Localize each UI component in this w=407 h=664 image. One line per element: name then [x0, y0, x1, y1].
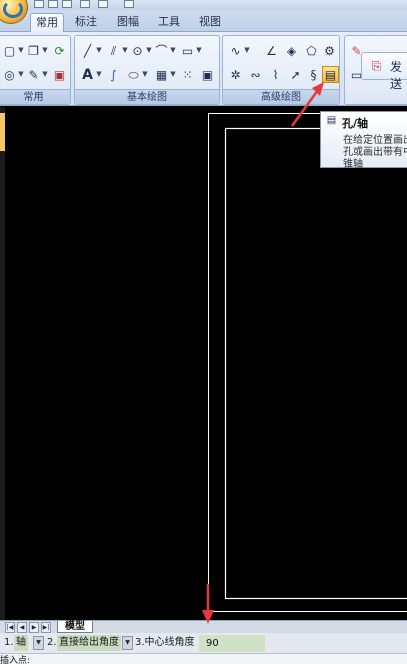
arc-icon[interactable]: ⌒: [153, 42, 170, 59]
publish-button-label: 发送: [390, 60, 403, 91]
tab-dimension[interactable]: 标注: [70, 13, 102, 32]
curve-dropdown[interactable]: ▼: [244, 42, 250, 59]
group-caption-basic-draw: 基本绘图: [75, 89, 219, 104]
tab-view[interactable]: 视图: [194, 13, 226, 32]
break-line-icon[interactable]: ⌇: [267, 66, 284, 83]
tooltip-title: 孔/轴: [342, 117, 369, 130]
option-2-value[interactable]: 直接给出角度: [57, 635, 121, 651]
print-icon[interactable]: [80, 0, 90, 8]
spline-icon[interactable]: ∫: [105, 66, 122, 83]
ellipse-icon[interactable]: ⬭: [125, 66, 142, 83]
point-grid-icon[interactable]: ⁙: [179, 66, 196, 83]
match-properties-icon[interactable]: ✎: [25, 66, 42, 83]
hole-shaft-tooltip-icon: ▤: [326, 114, 337, 126]
option-3-label: 3.中心线角度: [135, 637, 195, 648]
properties-icon[interactable]: ▣: [51, 66, 68, 83]
text-icon[interactable]: A: [79, 66, 96, 83]
command-options-bar: 1. 轴 ▼ 2. 直接给出角度 ▼ 3.中心线角度 90: [0, 633, 407, 653]
curve-icon[interactable]: ∿: [227, 42, 244, 59]
centerline-angle-input[interactable]: 90: [199, 635, 265, 652]
spring-icon[interactable]: §: [305, 66, 322, 83]
command-prompt: 插入点:: [0, 656, 31, 664]
tab-model[interactable]: 模型: [57, 621, 93, 633]
line-dropdown[interactable]: ▼: [96, 42, 102, 59]
group-advanced-draw: ∿ ▼ ∠ ◈ ⬠ ⚙ ✲ ∾ ⌇ ➚ § ▤ 高级绘图: [222, 35, 340, 105]
group-basic-draw: ╱ ▼ ⫽ ▼ ⊙ ▼ ⌒ ▼ ▭ ▼ A ▼ ∫ ⬭ ▼ ▦ ▼ ⁙ ▣ 基本…: [74, 35, 220, 105]
outer-sheet-frame: [208, 113, 407, 612]
publish-icon: ⎘: [371, 58, 382, 73]
gear-shape-icon[interactable]: ⚙: [321, 42, 338, 59]
next-tab-button[interactable]: ▶: [29, 622, 39, 633]
arrow-icon[interactable]: ➚: [287, 66, 304, 83]
new-document-icon[interactable]: ▢: [1, 42, 18, 59]
hatch-icon[interactable]: ▦: [153, 66, 170, 83]
angle-line-icon[interactable]: ∠: [263, 42, 280, 59]
tab-tools[interactable]: 工具: [153, 13, 185, 32]
title-bar: [0, 0, 407, 10]
copy-dropdown[interactable]: ▼: [42, 42, 48, 59]
drawing-svg: [208, 113, 407, 612]
option-1-dropdown[interactable]: ▼: [33, 636, 44, 650]
circle-dropdown[interactable]: ▼: [146, 42, 152, 59]
redo-icon[interactable]: [124, 0, 134, 8]
undo-icon[interactable]: [98, 0, 108, 8]
hole-shaft-icon[interactable]: ▤: [322, 66, 339, 83]
match-dropdown[interactable]: ▼: [42, 66, 48, 83]
arc-dropdown[interactable]: ▼: [170, 42, 176, 59]
copy-icon[interactable]: ❐: [25, 42, 42, 59]
gear-icon[interactable]: ✲: [227, 66, 244, 83]
option-1-index: 1.: [4, 637, 14, 648]
parallel-line-icon[interactable]: ⫽: [105, 42, 122, 59]
tab-sheet[interactable]: 图幅: [112, 13, 144, 32]
group-common: ▢ ▼ ❐ ▼ ⟳ ◎ ▼ ✎ ▼ ▣ 常用: [0, 35, 71, 105]
parallel-dropdown[interactable]: ▼: [122, 42, 128, 59]
option-1-value[interactable]: 轴: [14, 635, 28, 651]
lens-icon[interactable]: ◈: [283, 42, 300, 59]
option-2-index: 2.: [47, 637, 57, 648]
open-file-icon[interactable]: [62, 0, 72, 8]
group-caption-advanced-draw: 高级绘图: [223, 89, 339, 104]
new-document-dropdown[interactable]: ▼: [18, 42, 24, 59]
hatch-dropdown[interactable]: ▼: [170, 66, 176, 83]
status-bar: 插入点:: [0, 653, 407, 664]
rectangle-dropdown[interactable]: ▼: [196, 42, 202, 59]
inner-drawing-frame: [224, 127, 407, 600]
ribbon-panel: ▢ ▼ ❐ ▼ ⟳ ◎ ▼ ✎ ▼ ▣ 常用 ╱ ▼ ⫽ ▼ ⊙ ▼ ⌒ ▼ ▭…: [0, 32, 407, 106]
publish-button[interactable]: ⎘ 发送: [361, 52, 407, 91]
text-dropdown[interactable]: ▼: [96, 66, 102, 83]
polygon-icon[interactable]: ⬠: [303, 42, 320, 59]
group-caption-common: 常用: [0, 89, 70, 104]
tooltip-line-3: 锥轴: [343, 159, 363, 170]
line-icon[interactable]: ╱: [79, 42, 96, 59]
refresh-icon[interactable]: ⟳: [51, 42, 68, 59]
layout-tab-bar: |◀ ◀ ▶ ▶| 模型: [0, 620, 407, 633]
prev-tab-button[interactable]: ◀: [17, 622, 27, 633]
save-icon[interactable]: [48, 0, 58, 8]
layer-icon[interactable]: ◎: [1, 66, 18, 83]
layer-dropdown[interactable]: ▼: [18, 66, 24, 83]
option-2-dropdown[interactable]: ▼: [122, 636, 133, 650]
first-tab-button[interactable]: |◀: [5, 622, 15, 633]
drawing-canvas[interactable]: [0, 107, 407, 620]
wave-icon[interactable]: ∾: [247, 66, 264, 83]
hole-shaft-tooltip: ▤ 孔/轴 在给定位置画出 孔或画出带有中 锥轴: [320, 111, 407, 170]
circle-icon[interactable]: ⊙: [129, 42, 146, 59]
tab-common[interactable]: 常用: [30, 13, 64, 32]
ellipse-dropdown[interactable]: ▼: [142, 66, 148, 83]
image-icon[interactable]: ▣: [199, 66, 216, 83]
new-file-icon[interactable]: [34, 0, 44, 8]
ribbon-tab-bar: 常用 标注 图幅 工具 视图: [0, 10, 407, 32]
last-tab-button[interactable]: ▶|: [41, 622, 51, 633]
rectangle-icon[interactable]: ▭: [179, 42, 196, 59]
